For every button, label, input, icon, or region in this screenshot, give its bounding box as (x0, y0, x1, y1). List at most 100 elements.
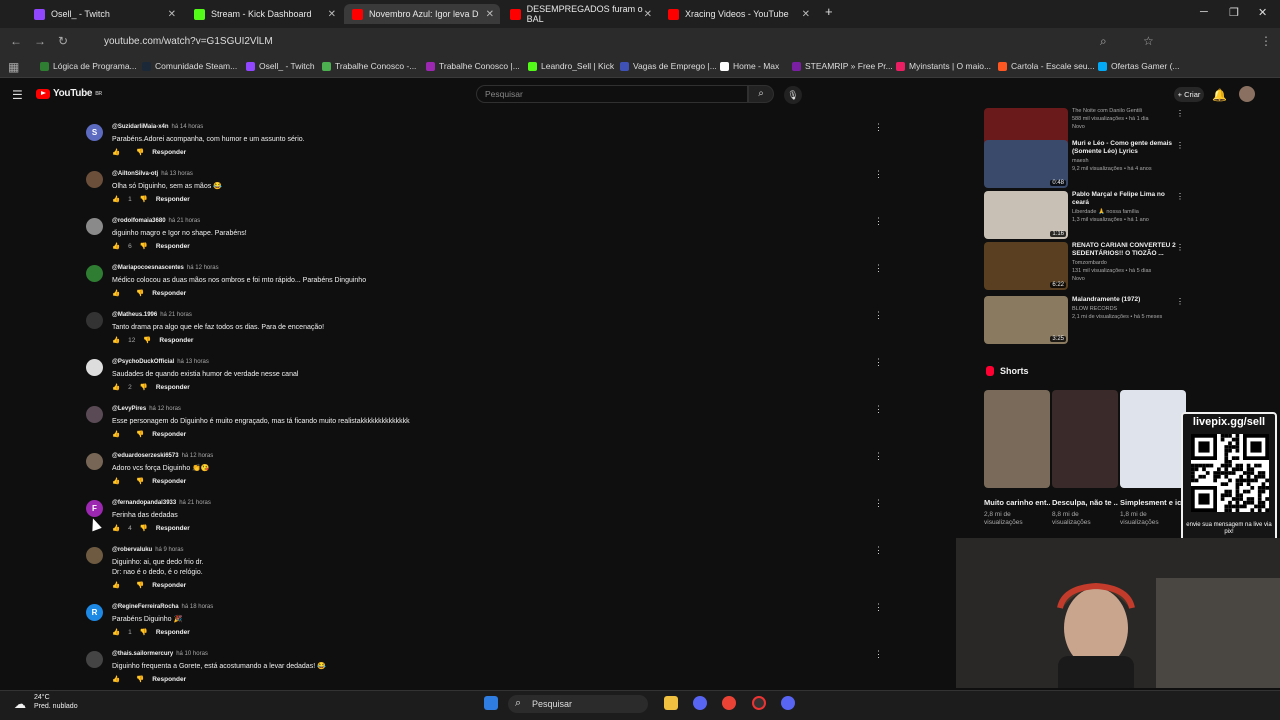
comment-time[interactable]: há 18 horas (182, 604, 214, 610)
reply-button[interactable]: Responder (152, 431, 186, 438)
comment-username[interactable]: @RegineFerreiraRocha (112, 604, 179, 610)
tab-close-icon[interactable]: ✕ (168, 9, 176, 20)
close-window-icon[interactable]: ✕ (1258, 6, 1267, 19)
short-title[interactable]: Desculpa, não te ... (1052, 498, 1118, 507)
url-field[interactable]: youtube.com/watch?v=G1SGUI2VlLM (84, 32, 1184, 52)
comment-menu-icon[interactable]: ⋮ (874, 357, 883, 368)
comment-menu-icon[interactable]: ⋮ (874, 545, 883, 556)
comment-time[interactable]: há 14 horas (172, 124, 204, 130)
dislike-icon[interactable]: 👎 (136, 675, 144, 683)
comment-time[interactable]: há 10 horas (176, 651, 208, 657)
video-menu-icon[interactable]: ⋮ (1176, 192, 1184, 201)
comment-menu-icon[interactable]: ⋮ (874, 310, 883, 321)
short-thumbnail[interactable] (984, 390, 1050, 488)
browser-tab[interactable]: Xracing Videos - YouTube ✕ (660, 4, 816, 24)
dislike-icon[interactable]: 👎 (136, 581, 144, 589)
comment-username[interactable]: @robervaluku (112, 547, 152, 553)
comment-menu-icon[interactable]: ⋮ (874, 122, 883, 133)
like-icon[interactable]: 👍 (112, 430, 120, 438)
short-thumbnail[interactable] (1052, 390, 1118, 488)
commenter-avatar[interactable] (86, 171, 103, 188)
short-item[interactable]: Desculpa, não te ... 8,8 mi de visualizaç… (1052, 390, 1118, 527)
bookmark-item[interactable]: Trabalhe Conosco |... (426, 61, 520, 71)
dislike-icon[interactable]: 👎 (136, 148, 144, 156)
reply-button[interactable]: Responder (156, 243, 190, 250)
bookmark-item[interactable]: Ofertas Gamer (... (1098, 61, 1180, 71)
tab-close-icon[interactable]: ✕ (644, 9, 652, 20)
reply-button[interactable]: Responder (152, 582, 186, 589)
recommended-video[interactable]: 3:25 Malandramente (1972) BLOW RECORDS 2,1 … (984, 296, 1184, 344)
comment-username[interactable]: @Matheus.1996 (112, 312, 157, 318)
apps-icon[interactable]: ▦ (8, 60, 19, 74)
microphone-icon[interactable]: 🎙 (784, 86, 802, 104)
video-channel[interactable]: maesh (1072, 158, 1089, 164)
reply-button[interactable]: Responder (152, 290, 186, 297)
comment-time[interactable]: há 13 horas (177, 359, 209, 365)
comment-username[interactable]: @SuzidarliMaia-x4n (112, 124, 169, 130)
comment-username[interactable]: @AiltonSilva-otj (112, 171, 158, 177)
reply-button[interactable]: Responder (156, 384, 190, 391)
like-icon[interactable]: 👍 (112, 581, 120, 589)
browser-tab[interactable]: Novembro Azul: Igor leva D ✕ (344, 4, 500, 24)
like-icon[interactable]: 👍 (112, 148, 120, 156)
forward-icon[interactable]: → (34, 34, 46, 48)
reply-button[interactable]: Responder (156, 196, 190, 203)
comment-time[interactable]: há 21 horas (169, 218, 201, 224)
video-title[interactable]: Malandramente (1972) (1072, 296, 1176, 304)
comment-menu-icon[interactable]: ⋮ (874, 404, 883, 415)
create-button[interactable]: + Criar (1174, 87, 1204, 102)
dislike-icon[interactable]: 👎 (143, 336, 151, 344)
video-channel[interactable]: Tomzombardo (1072, 260, 1107, 266)
video-channel[interactable]: Liberdade 🙏 nossa família (1072, 209, 1139, 215)
comment-menu-icon[interactable]: ⋮ (874, 498, 883, 509)
dislike-icon[interactable]: 👎 (140, 195, 148, 203)
recommended-video[interactable]: 1:16 Pablo Marçal e Felipe Lima no ceará L… (984, 191, 1184, 239)
bookmark-item[interactable]: Myinstants | O maio... (896, 61, 991, 71)
comment-time[interactable]: há 21 horas (179, 500, 211, 506)
back-icon[interactable]: ← (10, 34, 22, 48)
file-explorer-icon[interactable] (664, 696, 678, 710)
video-menu-icon[interactable]: ⋮ (1176, 141, 1184, 150)
tab-close-icon[interactable]: ✕ (486, 9, 494, 20)
comment-username[interactable]: @eduardoserzeski6573 (112, 453, 179, 459)
video-thumbnail[interactable]: 3:25 (984, 296, 1068, 344)
comment-menu-icon[interactable]: ⋮ (874, 602, 883, 613)
like-icon[interactable]: 👍 (112, 524, 120, 532)
bookmark-item[interactable]: STEAMRIP » Free Pr... (792, 61, 893, 71)
video-thumbnail[interactable]: 0:48 (984, 140, 1068, 188)
bookmark-star-icon[interactable]: ☆ (1143, 34, 1154, 48)
reload-icon[interactable]: ↻ (58, 34, 68, 48)
reply-button[interactable]: Responder (156, 525, 190, 532)
like-icon[interactable]: 👍 (112, 195, 120, 203)
notifications-icon[interactable]: 🔔 (1212, 88, 1227, 102)
short-item[interactable]: Muito carinho ent... 2,8 mi de visualizaç… (984, 390, 1050, 527)
chrome-icon[interactable] (722, 696, 736, 710)
comment-time[interactable]: há 21 horas (160, 312, 192, 318)
commenter-avatar[interactable] (86, 547, 103, 564)
commenter-avatar[interactable] (86, 406, 103, 423)
discord-icon[interactable] (693, 696, 707, 710)
taskbar-search[interactable]: Pesquisar (508, 695, 648, 713)
hamburger-menu-icon[interactable]: ☰ (12, 88, 23, 102)
dislike-icon[interactable]: 👎 (140, 628, 148, 636)
search-input[interactable]: Pesquisar (476, 85, 748, 103)
search-button[interactable]: ⌕ (748, 85, 774, 103)
like-icon[interactable]: 👍 (112, 628, 120, 636)
video-title[interactable]: Muri e Léo - Como gente demais (Somente … (1072, 140, 1176, 156)
comment-username[interactable]: @LevyPires (112, 406, 146, 412)
comment-menu-icon[interactable]: ⋮ (874, 216, 883, 227)
browser-tab[interactable]: Stream - Kick Dashboard ✕ (186, 4, 342, 24)
dislike-icon[interactable]: 👎 (136, 477, 144, 485)
comment-menu-icon[interactable]: ⋮ (874, 263, 883, 274)
windows-start-icon[interactable] (484, 696, 498, 710)
comment-menu-icon[interactable]: ⋮ (874, 451, 883, 462)
reply-button[interactable]: Responder (159, 337, 193, 344)
comment-username[interactable]: @PsychoDuckOfficial (112, 359, 174, 365)
reply-button[interactable]: Responder (152, 676, 186, 683)
bookmark-item[interactable]: Cartola - Escale seu... (998, 61, 1095, 71)
comment-menu-icon[interactable]: ⋮ (874, 649, 883, 660)
dislike-icon[interactable]: 👎 (136, 289, 144, 297)
video-menu-icon[interactable]: ⋮ (1176, 297, 1184, 306)
recommended-video[interactable]: 0:48 Muri e Léo - Como gente demais (Some… (984, 140, 1184, 188)
commenter-avatar[interactable] (86, 651, 103, 668)
